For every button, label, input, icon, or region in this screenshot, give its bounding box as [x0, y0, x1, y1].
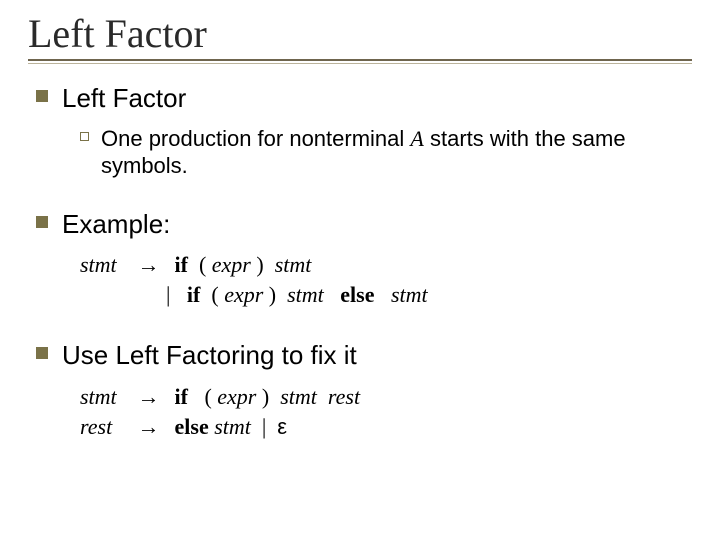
nt-stmt: stmt: [280, 384, 317, 409]
arrow-icon: →: [134, 252, 164, 277]
grammar-row-2: | if ( expr ) stmt else stmt: [80, 280, 684, 310]
rparen: ): [269, 282, 276, 307]
bullet-text: Left Factor: [62, 82, 186, 115]
lparen: (: [199, 252, 206, 277]
nt-stmt: stmt: [275, 252, 312, 277]
pipe: |: [166, 282, 170, 307]
def-nonterminal: A: [410, 126, 423, 151]
rparen: ): [262, 384, 269, 409]
lhs-stmt: stmt: [80, 250, 128, 280]
bullet-fix: Use Left Factoring to fix it: [36, 339, 684, 372]
nt-rest: rest: [328, 384, 360, 409]
nt-stmt: stmt: [391, 282, 428, 307]
kw-else: else: [340, 282, 374, 307]
spacer: [36, 323, 684, 339]
kw-if: if: [175, 384, 188, 409]
kw-else: else: [175, 414, 209, 439]
lparen: (: [204, 384, 211, 409]
kw-if: if: [187, 282, 200, 307]
grammar-row-1: stmt → if ( expr ) stmt rest: [80, 382, 684, 412]
subbullet-text: One production for nonterminal A starts …: [101, 125, 684, 180]
slide: Left Factor Left Factor One production f…: [0, 0, 720, 540]
square-bullet-icon: [36, 347, 48, 359]
bullet-text: Use Left Factoring to fix it: [62, 339, 357, 372]
arrow-icon: →: [134, 384, 164, 409]
bullet-example: Example:: [36, 208, 684, 241]
slide-body: Left Factor One production for nontermin…: [28, 64, 692, 441]
lhs-stmt: stmt: [80, 382, 128, 412]
nt-expr: expr: [212, 252, 251, 277]
def-pre: One production for nonterminal: [101, 126, 410, 151]
grammar-row-2: rest → else stmt | ε: [80, 412, 684, 442]
pipe: |: [262, 414, 266, 439]
bullet-left-factor: Left Factor: [36, 82, 684, 115]
spacer: [36, 192, 684, 208]
subbullet-definition: One production for nonterminal A starts …: [80, 125, 684, 180]
nt-stmt: stmt: [287, 282, 324, 307]
nt-expr: expr: [217, 384, 256, 409]
arrow-icon: →: [134, 414, 164, 439]
grammar-example: stmt → if ( expr ) stmt | if ( expr ) st…: [80, 250, 684, 309]
nt-expr: expr: [224, 282, 263, 307]
epsilon: ε: [277, 414, 287, 439]
lhs-rest: rest: [80, 412, 128, 442]
rparen: ): [256, 252, 263, 277]
square-bullet-icon: [36, 216, 48, 228]
grammar-factored: stmt → if ( expr ) stmt rest rest → else…: [80, 382, 684, 441]
kw-if: if: [175, 252, 188, 277]
square-bullet-icon: [36, 90, 48, 102]
nt-stmt: stmt: [214, 414, 251, 439]
slide-title: Left Factor: [28, 10, 692, 57]
grammar-row-1: stmt → if ( expr ) stmt: [80, 250, 684, 280]
hollow-square-bullet-icon: [80, 132, 89, 141]
bullet-text: Example:: [62, 208, 170, 241]
lparen: (: [211, 282, 218, 307]
